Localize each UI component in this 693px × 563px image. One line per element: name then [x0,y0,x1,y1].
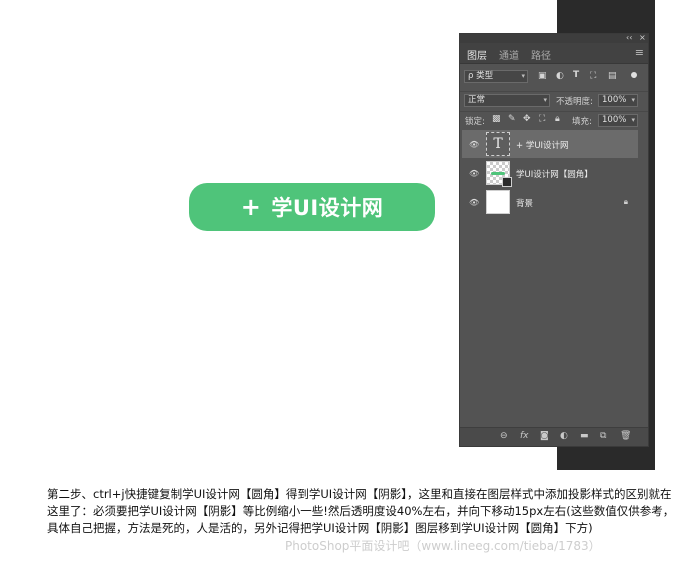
new-layer-icon[interactable]: ⧉ [600,431,606,441]
watermark: PhotoShop平面设计吧（www.lineeg.com/tieba/1783… [285,539,601,553]
close-icon[interactable]: × [639,33,646,42]
tab-channels[interactable]: 通道 [499,47,519,62]
visibility-eye-icon[interactable]: 👁︎ [469,169,479,178]
visibility-eye-icon[interactable]: 👁︎ [469,140,479,149]
plus-glyph: + [240,193,262,221]
panel-tabs: 图层 通道 路径 ≡ [460,43,648,64]
blend-mode-value: 正常 [468,95,486,105]
canvas-rounded-button: + 学UI设计网 [189,183,435,231]
tab-paths[interactable]: 路径 [531,47,551,62]
panel-bottom-toolbar: ⊖ fx ◙ ◐ ▬ ⧉ 🗑︎ [460,427,648,446]
tab-layers[interactable]: 图层 [467,47,487,62]
layer-name[interactable]: 学UI设计网【圆角】 [516,168,593,180]
layer-name[interactable]: + 学UI设计网 [516,139,569,151]
thumbnail-shape [491,172,505,175]
layers-panel: ‹‹ × 图层 通道 路径 ≡ ρ 类型 ▾ ▣ ◐ T ⛶ ▤ 正常 ▾ 不透明度… [459,33,649,447]
image-filter-icon[interactable]: ▣ [538,71,547,81]
layer-row-rounded[interactable]: 👁︎ 学UI设计网【圆角】 [462,159,638,187]
layer-row-text[interactable]: 👁︎ T + 学UI设计网 [462,130,638,158]
lock-artboard-icon[interactable]: ⛶ [539,114,545,124]
lock-icon: 🔒︎ [623,197,628,206]
trash-icon[interactable]: 🗑︎ [620,431,631,441]
lock-all-icon[interactable]: 🔒︎ [555,114,560,124]
fill-field[interactable]: 100% ▾ [598,114,638,127]
adjustment-icon[interactable]: ◐ [560,431,568,441]
type-filter-icon[interactable]: T [573,70,579,80]
opacity-field[interactable]: 100% ▾ [598,94,638,107]
shape-badge-icon [502,177,512,187]
opacity-value: 100% [602,95,627,105]
fx-icon[interactable]: fx [520,431,529,441]
lock-label: 锁定: [465,117,485,127]
opacity-label: 不透明度: [556,97,593,107]
background-thumbnail [486,190,510,214]
folder-icon[interactable]: ▬ [580,431,589,441]
collapse-icon[interactable]: ‹‹ [626,33,632,42]
shape-filter-icon[interactable]: ⛶ [590,71,596,81]
visibility-eye-icon[interactable]: 👁︎ [469,198,479,207]
lock-paint-icon[interactable]: ✎ [508,114,516,124]
blend-row: 正常 ▾ 不透明度: 100% ▾ [460,91,648,108]
fill-label: 填充: [572,117,592,127]
layer-row-background[interactable]: 👁︎ 背景 🔒︎ [462,188,638,216]
link-icon[interactable]: ⊖ [500,431,508,441]
fill-value: 100% [602,115,627,125]
mask-icon[interactable]: ◙ [540,431,549,441]
chevron-down-icon: ▾ [631,116,635,124]
tutorial-caption: 第二步、ctrl+j快捷键复制学UI设计网【圆角】得到学UI设计网【阴影】，这里… [47,487,675,535]
chevron-down-icon: ▾ [631,96,635,104]
filter-kind-value: ρ 类型 [468,71,494,81]
shape-layer-thumbnail [486,161,512,187]
text-layer-thumbnail: T [486,132,510,156]
panel-titlebar: ‹‹ × [460,33,648,43]
panel-menu-icon[interactable]: ≡ [635,46,644,59]
layer-name[interactable]: 背景 [516,197,533,209]
button-label: 学UI设计网 [271,196,384,220]
chevron-down-icon: ▾ [521,72,525,80]
filter-kind-select[interactable]: ρ 类型 ▾ [464,70,528,83]
filter-toggle-icon[interactable] [631,72,637,78]
blend-mode-select[interactable]: 正常 ▾ [464,94,550,107]
lock-position-icon[interactable]: ✥ [523,114,531,124]
smartobject-filter-icon[interactable]: ▤ [608,71,617,81]
adjustment-filter-icon[interactable]: ◐ [556,71,564,81]
lock-transparent-icon[interactable]: ▩ [492,114,501,124]
chevron-down-icon: ▾ [543,96,547,104]
lock-row: 锁定: ▩ ✎ ✥ ⛶ 🔒︎ 填充: 100% ▾ [460,111,648,128]
